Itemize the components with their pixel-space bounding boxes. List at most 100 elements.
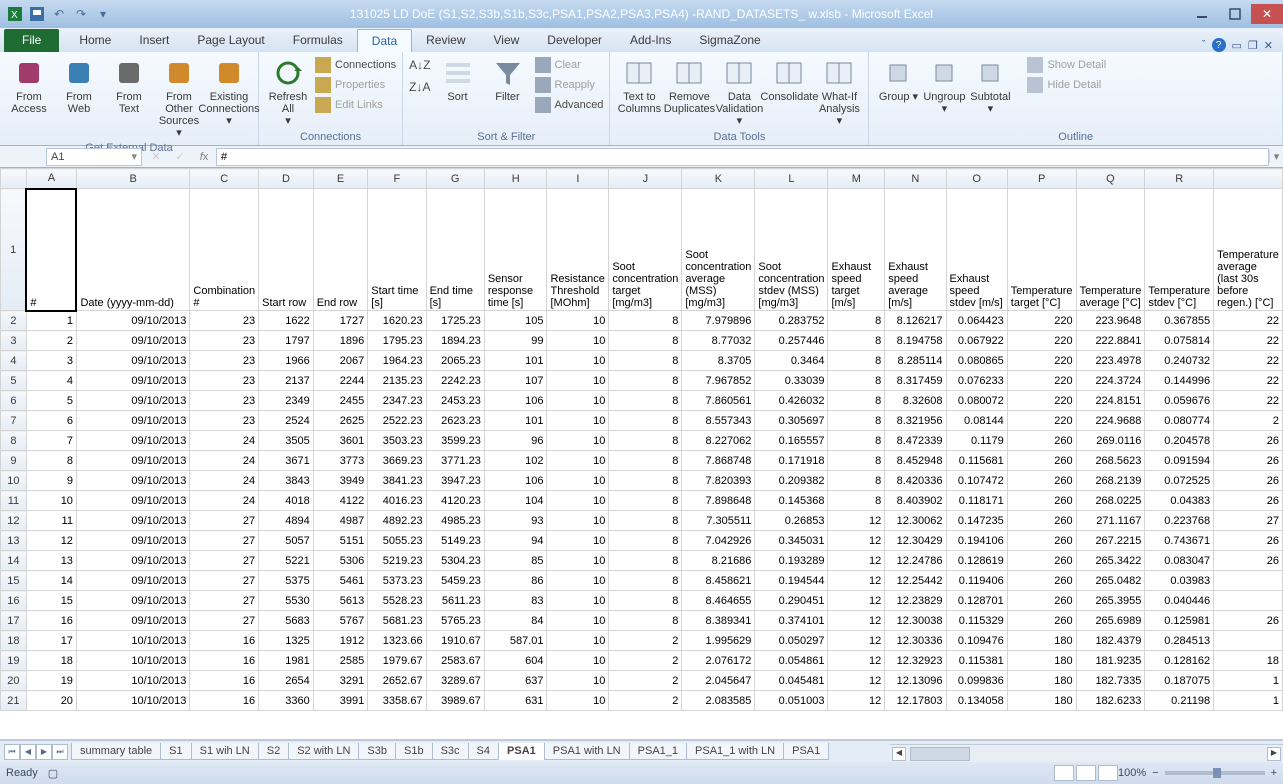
cell[interactable]: 3771.23 bbox=[426, 451, 484, 471]
cell[interactable]: 180 bbox=[1007, 651, 1076, 671]
row-header[interactable]: 13 bbox=[1, 531, 27, 551]
cell[interactable]: 271.1167 bbox=[1076, 511, 1145, 531]
cell[interactable]: 220 bbox=[1007, 391, 1076, 411]
cell[interactable]: 0.04383 bbox=[1145, 491, 1214, 511]
connections-button[interactable]: Connections bbox=[315, 55, 396, 75]
cell[interactable]: 0.119406 bbox=[946, 571, 1007, 591]
header-cell[interactable]: Exhaust speed average [m/s] bbox=[885, 189, 946, 311]
sheet-nav-next-icon[interactable]: ▶ bbox=[36, 744, 52, 760]
col-header[interactable]: B bbox=[76, 169, 189, 189]
cell[interactable]: 0.059676 bbox=[1145, 391, 1214, 411]
cell[interactable]: 12 bbox=[828, 611, 885, 631]
close-button[interactable]: ✕ bbox=[1251, 4, 1283, 24]
horizontal-scrollbar[interactable]: ◀ ▶ bbox=[890, 744, 1283, 762]
cell[interactable]: 8 bbox=[828, 411, 885, 431]
cell[interactable]: 4122 bbox=[313, 491, 368, 511]
cell[interactable]: 0.040446 bbox=[1145, 591, 1214, 611]
cell[interactable]: 9 bbox=[26, 471, 76, 491]
cell[interactable]: 0.115329 bbox=[946, 611, 1007, 631]
cell[interactable]: 8 bbox=[609, 551, 682, 571]
cell[interactable]: 8.77032 bbox=[682, 331, 755, 351]
cell[interactable]: 8.321956 bbox=[885, 411, 946, 431]
cell[interactable]: 637 bbox=[484, 671, 547, 691]
cell[interactable]: 12.17803 bbox=[885, 691, 946, 711]
cell[interactable]: 3291 bbox=[313, 671, 368, 691]
cell[interactable]: 224.8151 bbox=[1076, 391, 1145, 411]
cell[interactable]: 0.240732 bbox=[1145, 351, 1214, 371]
cell[interactable]: 106 bbox=[484, 471, 547, 491]
cell[interactable]: 4892.23 bbox=[368, 511, 426, 531]
cell[interactable]: 1894.23 bbox=[426, 331, 484, 351]
cell[interactable]: 0.743671 bbox=[1145, 531, 1214, 551]
row-header[interactable]: 17 bbox=[1, 611, 27, 631]
cell[interactable]: 3949 bbox=[313, 471, 368, 491]
cell[interactable]: 5151 bbox=[313, 531, 368, 551]
cell[interactable]: 10 bbox=[547, 371, 609, 391]
col-header[interactable]: Q bbox=[1076, 169, 1145, 189]
cell[interactable]: 4018 bbox=[259, 491, 314, 511]
cell[interactable]: 0.107472 bbox=[946, 471, 1007, 491]
header-cell[interactable]: Start time [s] bbox=[368, 189, 426, 311]
cell[interactable]: 10 bbox=[547, 631, 609, 651]
cell[interactable]: 09/10/2013 bbox=[76, 491, 189, 511]
cell[interactable]: 8 bbox=[26, 451, 76, 471]
row-header[interactable]: 14 bbox=[1, 551, 27, 571]
cell[interactable]: 0.109476 bbox=[946, 631, 1007, 651]
cell[interactable]: 5681.23 bbox=[368, 611, 426, 631]
cell[interactable]: 09/10/2013 bbox=[76, 311, 189, 331]
cell[interactable]: 12 bbox=[828, 691, 885, 711]
cell[interactable]: 8 bbox=[828, 331, 885, 351]
group-button[interactable]: Group ▾ bbox=[875, 55, 921, 117]
cell[interactable]: 7.042926 bbox=[682, 531, 755, 551]
cell[interactable]: 0.290451 bbox=[755, 591, 828, 611]
subtotal-button[interactable]: Subtotal ▾ bbox=[967, 55, 1013, 117]
cell[interactable]: 23 bbox=[190, 371, 259, 391]
cell[interactable]: 7 bbox=[26, 431, 76, 451]
cell[interactable]: 5765.23 bbox=[426, 611, 484, 631]
cell[interactable]: 0.204578 bbox=[1145, 431, 1214, 451]
cell[interactable]: 0.26853 bbox=[755, 511, 828, 531]
cell[interactable]: 8.32608 bbox=[885, 391, 946, 411]
cell[interactable]: 105 bbox=[484, 311, 547, 331]
ribbon-tab-insert[interactable]: Insert bbox=[125, 29, 183, 52]
cell[interactable]: 12.23829 bbox=[885, 591, 946, 611]
select-all-cell[interactable] bbox=[1, 169, 27, 189]
cell[interactable]: 3843 bbox=[259, 471, 314, 491]
cell[interactable]: 8 bbox=[828, 391, 885, 411]
cell[interactable]: 2135.23 bbox=[368, 371, 426, 391]
from-web-button[interactable]: From Web bbox=[56, 55, 102, 141]
sort-asc-button[interactable]: A↓Z bbox=[409, 55, 430, 75]
cell[interactable]: 220 bbox=[1007, 351, 1076, 371]
cell[interactable]: 8 bbox=[609, 591, 682, 611]
row-header[interactable]: 6 bbox=[1, 391, 27, 411]
workbook-restore-icon[interactable]: ❐ bbox=[1248, 39, 1258, 52]
cell[interactable]: 0.045481 bbox=[755, 671, 828, 691]
consolidate-button[interactable]: Consolidate bbox=[766, 55, 812, 129]
sheet-tab-summary-table[interactable]: summary table bbox=[71, 743, 161, 760]
cell[interactable]: 1727 bbox=[313, 311, 368, 331]
cell[interactable]: 220 bbox=[1007, 331, 1076, 351]
cell[interactable]: 22 bbox=[1214, 391, 1283, 411]
cell[interactable]: 1896 bbox=[313, 331, 368, 351]
cell[interactable]: 0.064423 bbox=[946, 311, 1007, 331]
cell[interactable]: 0.115681 bbox=[946, 451, 1007, 471]
formula-input[interactable] bbox=[216, 148, 1269, 166]
cell[interactable]: 09/10/2013 bbox=[76, 411, 189, 431]
cell[interactable]: 224.3724 bbox=[1076, 371, 1145, 391]
cell[interactable]: 83 bbox=[484, 591, 547, 611]
sheet-tab-s1[interactable]: S1 bbox=[160, 743, 191, 760]
cell[interactable] bbox=[1214, 591, 1283, 611]
workbook-minimize-icon[interactable]: ▭ bbox=[1232, 39, 1242, 52]
formula-expand-icon[interactable]: ▾ bbox=[1269, 150, 1283, 163]
cell[interactable]: 23 bbox=[190, 391, 259, 411]
existing-connections-button[interactable]: Existing Connections ▾ bbox=[206, 55, 252, 141]
cell[interactable]: 0.128162 bbox=[1145, 651, 1214, 671]
sheet-tab-s2[interactable]: S2 bbox=[258, 743, 289, 760]
cell[interactable]: 8 bbox=[609, 511, 682, 531]
cell[interactable]: 27 bbox=[190, 511, 259, 531]
cell[interactable]: 12.32923 bbox=[885, 651, 946, 671]
header-cell[interactable]: Temperature stdev [°C] bbox=[1145, 189, 1214, 311]
row-header[interactable]: 5 bbox=[1, 371, 27, 391]
cell[interactable]: 1725.23 bbox=[426, 311, 484, 331]
cell[interactable]: 10 bbox=[547, 551, 609, 571]
